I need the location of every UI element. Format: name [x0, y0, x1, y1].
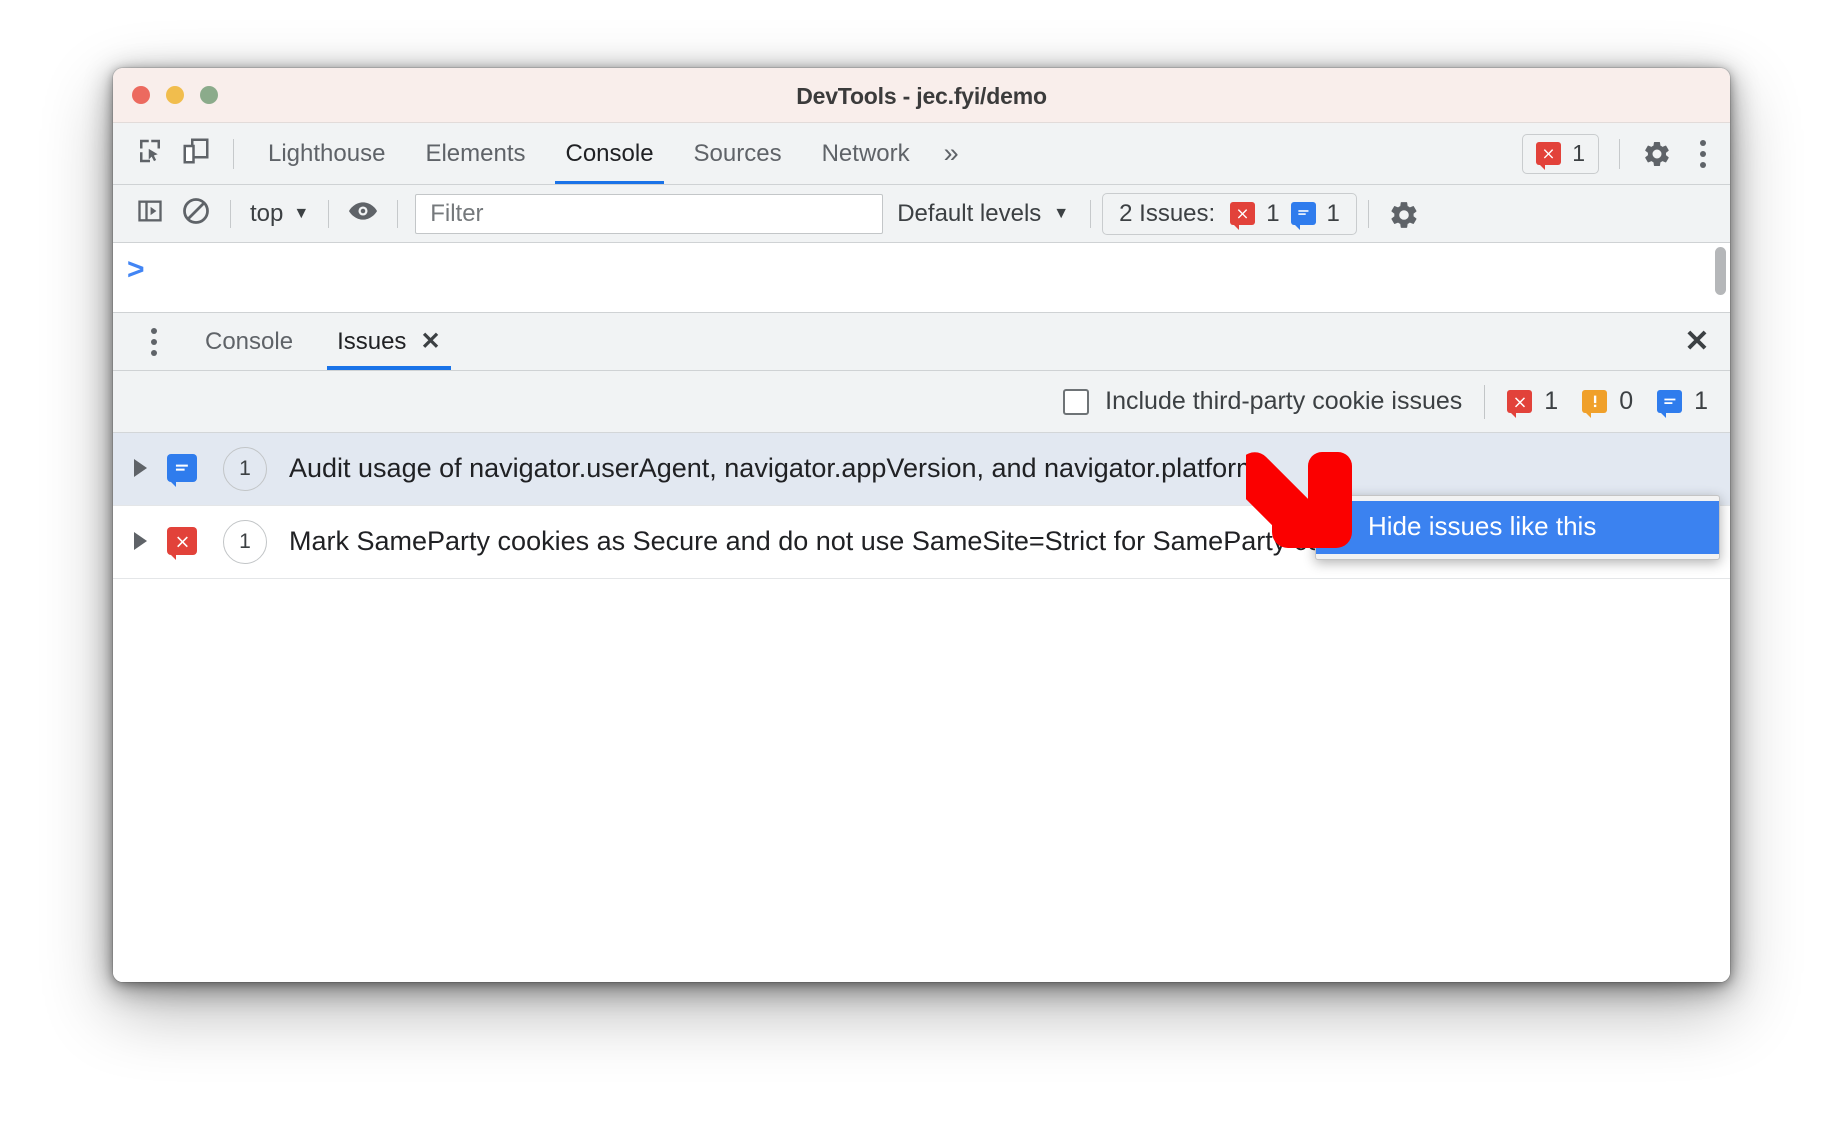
- main-toolbar: Lighthouse Elements Console Sources Netw…: [113, 123, 1730, 185]
- close-icon: ✕: [1684, 324, 1710, 358]
- close-icon[interactable]: ✕: [420, 329, 440, 354]
- device-toolbar-icon: [181, 136, 211, 171]
- tab-label: Lighthouse: [268, 139, 386, 167]
- context-menu: Hide issues like this: [1315, 495, 1720, 560]
- warning-icon: [1582, 390, 1608, 418]
- info-icon: [167, 454, 197, 487]
- issues-error-count: 1: [1266, 199, 1280, 227]
- window-title: DevTools - jec.fyi/demo: [796, 83, 1047, 109]
- execution-context-selector[interactable]: top ▼: [242, 193, 317, 235]
- third-party-cookie-checkbox[interactable]: [1063, 388, 1090, 415]
- drawer-tab-label: Issues: [337, 327, 407, 355]
- tab-network[interactable]: Network: [802, 124, 930, 184]
- execution-context-label: top: [250, 199, 284, 227]
- drawer-panel: Console Issues ✕ ✕ Include third-party c…: [113, 313, 1730, 982]
- clear-console-icon: [181, 196, 211, 231]
- third-party-cookie-checkbox-row[interactable]: Include third-party cookie issues: [1063, 387, 1462, 416]
- drawer-more-tools-button[interactable]: [131, 319, 177, 365]
- warning-counter-value: 0: [1619, 387, 1634, 415]
- kebab-menu-icon: [139, 327, 169, 357]
- console-settings-button[interactable]: [1380, 191, 1426, 237]
- expand-triangle-icon[interactable]: [134, 459, 147, 477]
- settings-button[interactable]: [1634, 131, 1680, 177]
- error-count-badge[interactable]: 1: [1522, 133, 1599, 174]
- more-tabs-button[interactable]: »: [930, 131, 973, 177]
- error-counter-value: 1: [1544, 387, 1559, 415]
- console-output-area[interactable]: >: [113, 243, 1730, 313]
- error-icon: [1536, 142, 1562, 170]
- tab-elements[interactable]: Elements: [405, 124, 545, 184]
- console-toolbar-divider-2: [328, 199, 330, 228]
- toolbar-divider: [233, 138, 234, 169]
- tab-label: Network: [821, 139, 910, 167]
- info-icon: [1657, 390, 1683, 418]
- console-toolbar-divider-1: [230, 199, 231, 228]
- issue-count-badge: 1: [223, 520, 267, 564]
- console-scrollbar[interactable]: [1713, 243, 1727, 312]
- issue-count-badge: 1: [223, 447, 267, 491]
- expand-triangle-icon[interactable]: [134, 532, 147, 550]
- issue-kind-icon: [167, 527, 197, 560]
- clear-console-button[interactable]: [173, 191, 219, 237]
- inspect-element-icon: [135, 136, 165, 171]
- drawer-tab-issues[interactable]: Issues ✕: [321, 314, 456, 370]
- console-sidebar-toggle-button[interactable]: [127, 191, 173, 237]
- issues-info-count: 1: [1326, 199, 1340, 227]
- chevron-double-right-icon: »: [943, 138, 959, 168]
- tab-sources[interactable]: Sources: [674, 124, 802, 184]
- third-party-cookie-label: Include third-party cookie issues: [1105, 387, 1463, 415]
- console-scrollbar-thumb[interactable]: [1715, 247, 1726, 295]
- eye-icon: [347, 195, 379, 232]
- log-level-selector[interactable]: Default levels ▼: [887, 193, 1079, 235]
- drawer-tab-label: Console: [205, 327, 294, 355]
- console-filter-placeholder: Filter: [430, 199, 484, 227]
- live-expression-button[interactable]: [340, 191, 386, 237]
- chevron-down-icon: ▼: [1053, 204, 1070, 222]
- issues-toolbar-divider: [1484, 384, 1486, 419]
- issue-title[interactable]: Mark SameParty cookies as Secure and do …: [289, 520, 1385, 560]
- tab-console[interactable]: Console: [545, 124, 673, 184]
- issues-toolbar: Include third-party cookie issues 1 0 1: [113, 371, 1730, 433]
- toolbar-divider-2: [1619, 138, 1620, 169]
- issues-info-counter: 1: [1657, 387, 1708, 418]
- drawer-close-button[interactable]: ✕: [1674, 319, 1720, 365]
- console-toolbar-divider-4: [1090, 199, 1092, 228]
- tab-lighthouse[interactable]: Lighthouse: [248, 124, 405, 184]
- menu-item-hide-issues-like-this[interactable]: Hide issues like this: [1316, 501, 1719, 554]
- chevron-down-icon: ▼: [293, 204, 310, 222]
- console-sidebar-icon: [136, 197, 164, 230]
- log-level-label: Default levels: [897, 199, 1042, 227]
- error-icon: [1230, 202, 1256, 230]
- console-toolbar-divider-3: [397, 199, 399, 228]
- issues-warning-counter: 0: [1582, 387, 1634, 418]
- error-count: 1: [1572, 140, 1585, 166]
- title-bar: DevTools - jec.fyi/demo: [113, 68, 1730, 123]
- console-toolbar: top ▼ Filter Default levels ▼ 2 Issues:: [113, 185, 1730, 243]
- device-toolbar-button[interactable]: [173, 131, 219, 177]
- error-icon: [1507, 390, 1533, 418]
- tab-label: Console: [565, 139, 654, 167]
- console-toolbar-divider-5: [1367, 199, 1369, 228]
- issue-kind-icon: [167, 454, 197, 487]
- main-menu-button[interactable]: [1680, 131, 1726, 177]
- info-icon: [1290, 202, 1316, 230]
- console-prompt-chevron-icon: >: [127, 253, 145, 286]
- error-icon: [167, 527, 197, 560]
- inspect-element-button[interactable]: [127, 131, 173, 177]
- issues-counter-label: 2 Issues:: [1119, 199, 1216, 227]
- gear-icon: [1388, 199, 1418, 229]
- tab-label: Elements: [425, 139, 526, 167]
- drawer-tab-console[interactable]: Console: [189, 314, 309, 370]
- tab-label: Sources: [693, 139, 782, 167]
- issue-title[interactable]: Audit usage of navigator.userAgent, navi…: [289, 447, 1259, 487]
- console-filter-input[interactable]: Filter: [415, 193, 884, 234]
- gear-icon: [1642, 139, 1672, 169]
- info-counter-value: 1: [1694, 387, 1708, 415]
- kebab-menu-icon: [1688, 139, 1718, 169]
- drawer-tab-bar: Console Issues ✕ ✕: [113, 313, 1730, 371]
- issues-counter-button[interactable]: 2 Issues: 1 1: [1102, 192, 1357, 235]
- issues-error-counter: 1: [1507, 387, 1559, 418]
